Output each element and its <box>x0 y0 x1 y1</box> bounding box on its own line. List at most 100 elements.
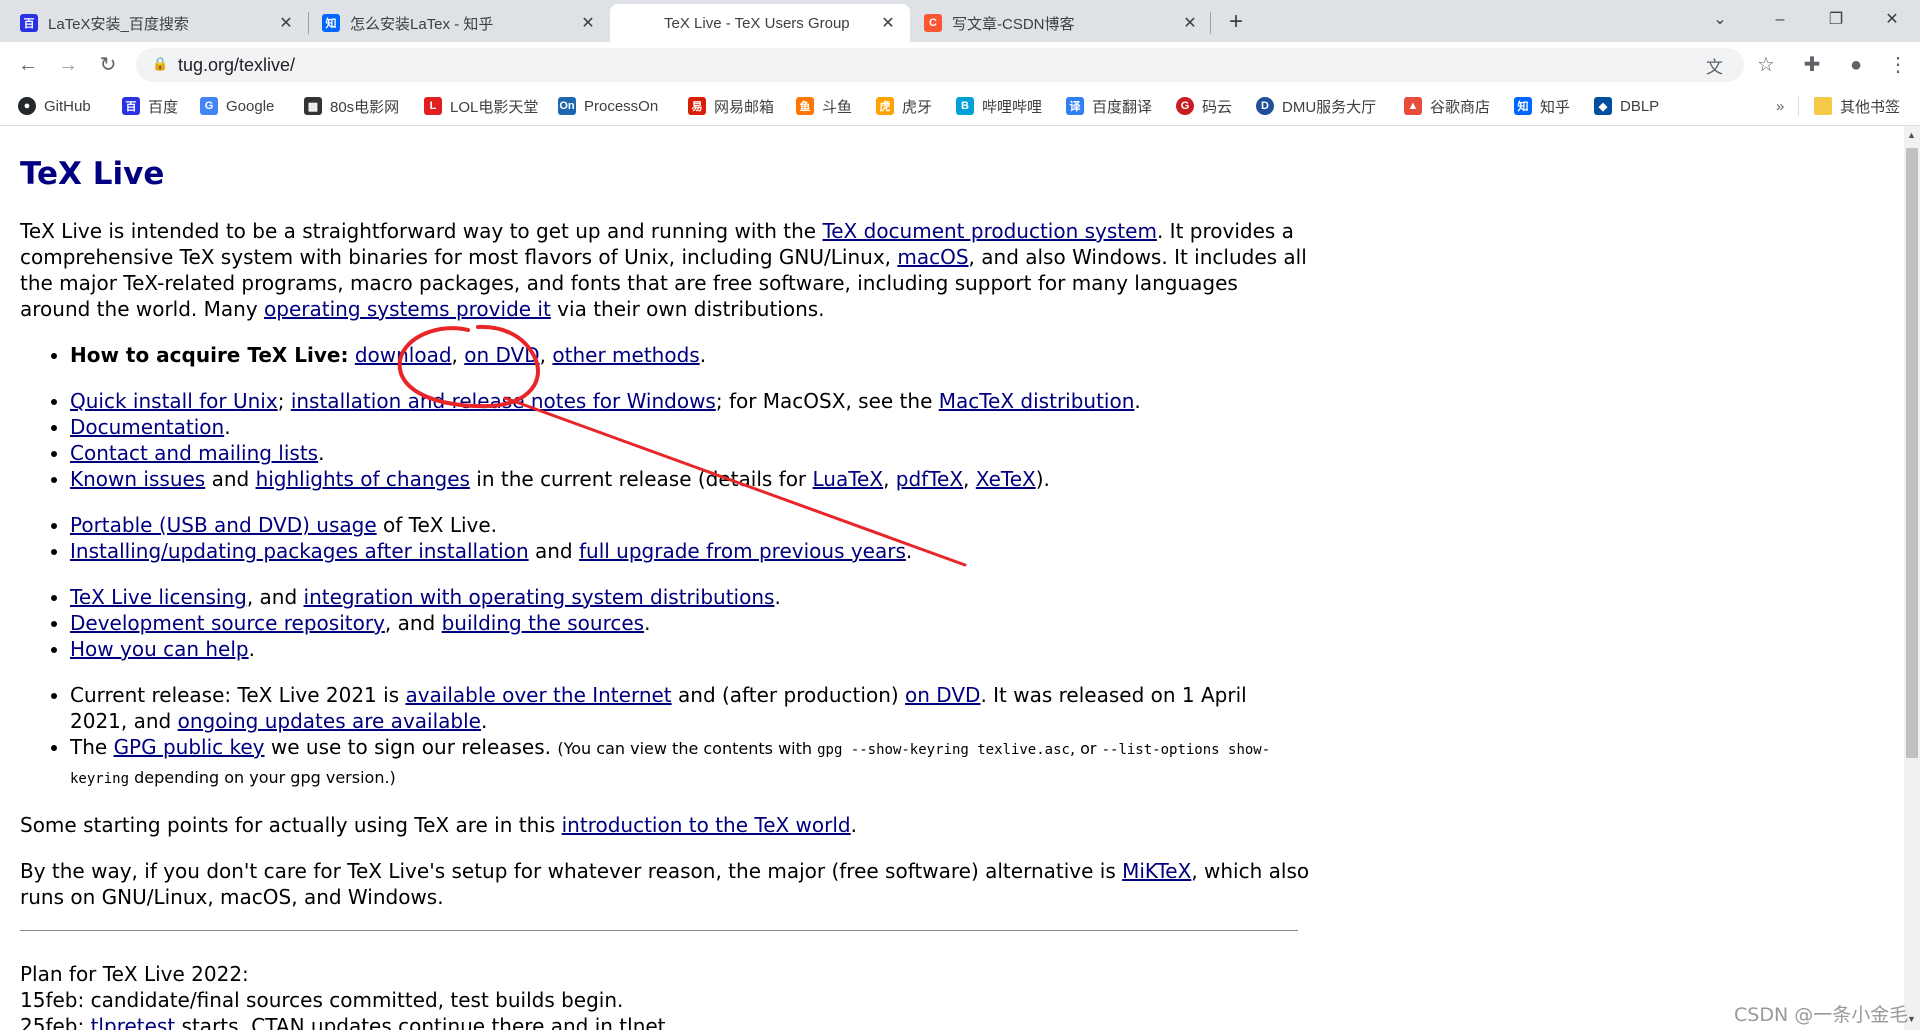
link-full-upgrade[interactable]: full upgrade from previous years <box>579 539 906 563</box>
lock-icon[interactable]: 🔒 <box>152 56 168 72</box>
link-other-methods[interactable]: other methods <box>552 343 699 367</box>
link-on-dvd[interactable]: on DVD <box>464 343 539 367</box>
bookmark-80s[interactable]: ▦ 80s电影网 <box>304 94 399 118</box>
tab-zhihu[interactable]: 知 怎么安装LaTex - 知乎 ✕ <box>310 4 610 42</box>
link-highlights[interactable]: highlights of changes <box>256 467 470 491</box>
bookmark-baidu[interactable]: 百百度 <box>122 94 178 118</box>
other-bookmarks-label: 其他书签 <box>1840 98 1901 116</box>
link-gpg-key[interactable]: GPG public key <box>114 735 265 759</box>
menu-kebab-icon[interactable]: ⋮ <box>1884 51 1912 79</box>
bookmark-star-icon[interactable]: ☆ <box>1752 51 1780 79</box>
bookmark-label: LOL电影天堂 <box>450 98 539 116</box>
link-tex-doc-system[interactable]: TeX document production system <box>822 219 1157 243</box>
forward-arrow-icon[interactable]: → <box>54 51 82 79</box>
link-known-issues[interactable]: Known issues <box>70 467 205 491</box>
scroll-down-arrow-icon[interactable]: ▼ <box>1907 1014 1916 1024</box>
close-icon[interactable]: ✕ <box>276 13 296 33</box>
bookmark-label: 斗鱼 <box>822 98 853 116</box>
link-licensing[interactable]: TeX Live licensing <box>70 585 247 609</box>
link-release-on-dvd[interactable]: on DVD <box>905 683 980 707</box>
address-bar[interactable]: 🔒 tug.org/texlive/ 文 <box>136 48 1744 82</box>
bookmark-dmu[interactable]: D DMU服务大厅 <box>1256 94 1376 118</box>
bookmark-bilibili[interactable]: B 哔哩哔哩 <box>956 94 1042 118</box>
window-close-button[interactable]: ✕ <box>1864 0 1920 40</box>
close-icon[interactable]: ✕ <box>578 13 598 33</box>
list-item: The GPG public key we use to sign our re… <box>70 734 1310 792</box>
list-item: TeX Live licensing, and integration with… <box>70 584 1310 610</box>
link-portable[interactable]: Portable (USB and DVD) usage <box>70 513 377 537</box>
link-macos[interactable]: macOS <box>897 245 968 269</box>
link-xetex[interactable]: XeTeX <box>976 467 1036 491</box>
link-quick-install[interactable]: Quick install for Unix <box>70 389 278 413</box>
tab-csdn[interactable]: C 写文章-CSDN博客 ✕ <box>912 4 1212 42</box>
bookmark-github[interactable]: ● GitHub <box>18 94 91 118</box>
other-bookmarks[interactable]: 其他书签 <box>1814 94 1900 118</box>
link-tex-world[interactable]: introduction to the TeX world <box>562 813 851 837</box>
link-dev-source[interactable]: Development source repository <box>70 611 385 635</box>
link-download[interactable]: download <box>355 343 452 367</box>
bookmark-netease-mail[interactable]: 易网易邮箱 <box>688 94 774 118</box>
dmu-icon: D <box>1256 97 1274 115</box>
bookmark-label: ProcessOn <box>584 97 659 115</box>
bookmark-douyu[interactable]: 鱼斗鱼 <box>796 94 852 118</box>
link-documentation[interactable]: Documentation <box>70 415 224 439</box>
bookmark-baidu-translate[interactable]: 译百度翻译 <box>1066 94 1152 118</box>
zhihu-icon: 知 <box>322 14 340 32</box>
link-os-provide[interactable]: operating systems provide it <box>264 297 551 321</box>
bookmark-dblp[interactable]: ◆ DBLP <box>1594 94 1659 118</box>
close-icon[interactable]: ✕ <box>878 13 898 33</box>
lol-icon: L <box>424 97 442 115</box>
link-contact[interactable]: Contact and mailing lists <box>70 441 318 465</box>
tab-title: TeX Live - TeX Users Group <box>664 14 850 32</box>
link-ongoing-updates[interactable]: ongoing updates are available <box>178 709 481 733</box>
tab-separator <box>308 12 309 34</box>
browser-toolbar: ← → ↻ 🔒 tug.org/texlive/ 文 ☆ ✚ ● ⋮ <box>0 42 1920 88</box>
list-item: Documentation. <box>70 414 1310 440</box>
back-arrow-icon[interactable]: ← <box>14 51 42 79</box>
scroll-up-arrow-icon[interactable]: ▲ <box>1907 130 1916 140</box>
minimize-button[interactable]: – <box>1752 0 1808 40</box>
link-mactex[interactable]: MacTeX distribution <box>939 389 1135 413</box>
bookmark-label: Google <box>226 97 275 115</box>
bookmark-label: DBLP <box>1620 97 1660 115</box>
link-how-to-help[interactable]: How you can help <box>70 637 249 661</box>
link-integration[interactable]: integration with operating system distri… <box>304 585 775 609</box>
bookmark-label: 知乎 <box>1540 98 1571 116</box>
tab-texlive[interactable]: TeX Live - TeX Users Group ✕ <box>610 4 910 42</box>
bookmark-processon[interactable]: On ProcessOn <box>558 94 658 118</box>
bookmark-lol[interactable]: L LOL电影天堂 <box>424 94 538 118</box>
bookmark-google[interactable]: G Google <box>200 94 274 118</box>
list-item: Quick install for Unix; installation and… <box>70 388 1310 414</box>
link-windows-notes[interactable]: installation and release notes for Windo… <box>291 389 716 413</box>
url-text[interactable]: tug.org/texlive/ <box>178 55 295 76</box>
link-luatex[interactable]: LuaTeX <box>813 467 884 491</box>
reload-icon[interactable]: ↻ <box>94 51 122 79</box>
extensions-icon[interactable]: ✚ <box>1798 51 1826 79</box>
close-icon[interactable]: ✕ <box>1180 13 1200 33</box>
link-tlpretest[interactable]: tlpretest <box>91 1014 176 1030</box>
tab-baidu-search[interactable]: 百 LaTeX安装_百度搜索 ✕ <box>8 4 308 42</box>
baidu-icon: 百 <box>20 14 38 32</box>
maximize-button[interactable]: ❐ <box>1808 0 1864 40</box>
link-available-internet[interactable]: available over the Internet <box>405 683 671 707</box>
divider <box>20 930 1298 931</box>
plan-section: Plan for TeX Live 2022: 15feb: candidate… <box>20 961 1310 1030</box>
new-tab-button[interactable]: + <box>1220 6 1252 38</box>
profile-avatar-icon[interactable]: ● <box>1842 51 1870 79</box>
translate-icon[interactable]: 文 <box>1706 53 1723 78</box>
bookmark-chrome-store[interactable]: ▲ 谷歌商店 <box>1404 94 1490 118</box>
bookmark-label: DMU服务大厅 <box>1282 98 1377 116</box>
bookmark-gitee[interactable]: G 码云 <box>1176 94 1232 118</box>
acquire-label: How to acquire TeX Live: <box>70 343 349 367</box>
tab-search-dropdown-icon[interactable]: ⌄ <box>1692 0 1748 40</box>
link-miktex[interactable]: MiKTeX <box>1122 859 1191 883</box>
scrollbar-thumb[interactable] <box>1906 148 1918 758</box>
bookmark-huya[interactable]: 虎虎牙 <box>876 94 932 118</box>
bookmarks-overflow-chevron-icon[interactable]: » <box>1776 94 1784 118</box>
link-installing-packages[interactable]: Installing/updating packages after insta… <box>70 539 529 563</box>
link-pdftex[interactable]: pdfTeX <box>896 467 963 491</box>
link-building[interactable]: building the sources <box>442 611 644 635</box>
bookmark-zhihu[interactable]: 知知乎 <box>1514 94 1570 118</box>
vertical-scrollbar[interactable]: ▲ ▼ <box>1904 126 1920 1030</box>
tab-title: LaTeX安装_百度搜索 <box>48 15 189 33</box>
